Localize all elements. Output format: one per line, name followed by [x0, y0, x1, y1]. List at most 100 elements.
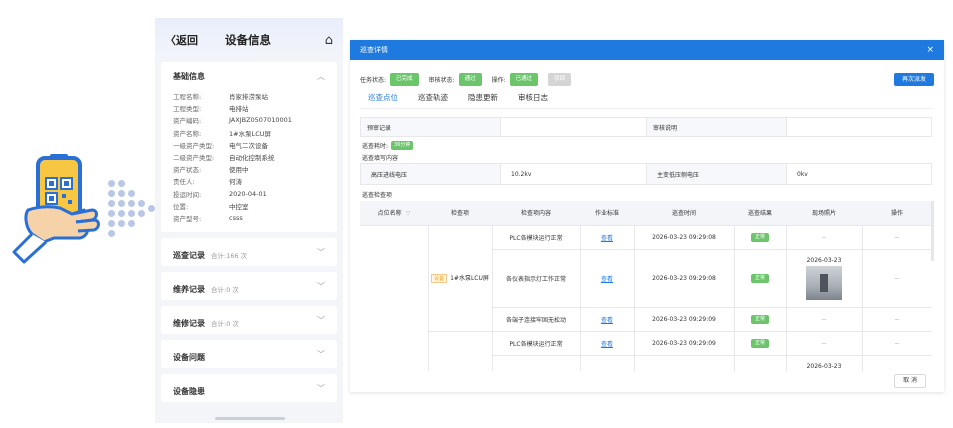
info-row-key: 二级资产类型: — [173, 154, 215, 163]
close-icon[interactable]: × — [926, 45, 934, 55]
section-card[interactable]: 维养记录 合计:0 次 ﹀ — [161, 272, 337, 301]
info-row: 资产型号: csss — [173, 212, 325, 224]
tab-4[interactable]: 审核日志 — [518, 92, 548, 109]
photo-empty: -- — [821, 339, 827, 347]
time-cell — [633, 354, 735, 371]
info-row: 一级资产类型: 电气二次设备 — [173, 139, 325, 151]
cancel-button[interactable]: 取 消 — [894, 374, 926, 388]
object-type-tag: 设备 — [431, 274, 448, 283]
resubmit-button[interactable]: 再次派发 — [893, 72, 934, 86]
column-header: 点位名称 ▽ — [360, 201, 428, 226]
photo-empty: -- — [821, 233, 827, 241]
filter-icon[interactable]: ▽ — [406, 210, 411, 217]
table-scrollbar[interactable] — [931, 201, 934, 261]
photo-cell: -- — [785, 330, 863, 356]
section-header[interactable]: 巡查记录 合计:166 次 ﹀ — [161, 238, 337, 266]
operation-label: 操作: — [491, 76, 506, 84]
section-count: 合计:166 次 — [211, 251, 248, 260]
home-icon[interactable]: ⌂ — [325, 33, 333, 48]
section-card[interactable]: 设备隐患 ﹀ — [161, 374, 337, 403]
column-header-label: 巡查时间 — [671, 210, 696, 218]
info-row-value: 使用中 — [229, 166, 249, 175]
column-header-label: 点位名称 — [377, 210, 402, 218]
approved-button[interactable]: 已通过 — [509, 72, 539, 86]
operation-cell: -- — [861, 224, 932, 250]
basic-info-title: 基础信息 — [173, 71, 205, 81]
info-row-key: 责任人: — [173, 178, 195, 187]
view-standard-link[interactable]: 查看 — [601, 317, 613, 324]
duration-badge: 36分钟 — [391, 141, 414, 150]
info-row-value: 1#水泵LCU屏 — [229, 129, 271, 138]
info-row-value: 何涛 — [229, 178, 242, 187]
mobile-sections: 巡查记录 合计:166 次 ﹀ 维养记录 合计:0 次 ﹀ 维修记录 合计:0 次 ﹀ 设备问题 ﹀… — [155, 238, 343, 403]
pre-review-value — [500, 117, 647, 137]
result-cell: 正常 — [733, 330, 787, 356]
content-cell: PLC各模块运行正常 — [491, 224, 581, 250]
section-card[interactable]: 巡查记录 合计:166 次 ﹀ — [161, 238, 337, 267]
chevron-down-icon[interactable]: ﹀ — [317, 383, 325, 394]
duration-label: 巡查耗时: — [362, 143, 389, 150]
site-photo-thumbnail[interactable] — [806, 265, 842, 300]
photo-cell: -- — [785, 306, 863, 332]
dialog-tabs: 巡查点位 巡查轨迹 隐患更新 审核日志 — [368, 92, 568, 109]
chevron-up-icon[interactable]: ︿ — [317, 71, 325, 82]
section-card[interactable]: 设备问题 ﹀ — [161, 340, 337, 369]
tab-3[interactable]: 隐患更新 — [468, 92, 498, 109]
table-header-row: 点位名称 ▽ 检查项 检查项内容 作业标准 巡查时间 巡查结果 现场照片 操作 — [360, 201, 932, 226]
section-title-wrap: 设备问题 — [173, 345, 205, 364]
section-header[interactable]: 维养记录 合计:0 次 ﹀ — [161, 272, 337, 300]
standard-cell: 查看 — [579, 330, 635, 356]
view-standard-link[interactable]: 查看 — [601, 341, 613, 348]
section-card[interactable]: 维修记录 合计:0 次 ﹀ — [161, 306, 337, 335]
section-title: 设备隐患 — [173, 386, 205, 396]
audit-status-label: 审核状态: — [428, 76, 455, 84]
scrollbar[interactable] — [215, 417, 285, 420]
hv-voltage-label: 高压进线电压 — [360, 163, 501, 185]
info-row-value: 自动化控制系统 — [229, 154, 275, 163]
chevron-down-icon[interactable]: ﹀ — [317, 247, 325, 258]
reject-button[interactable]: 驳回 — [548, 72, 572, 86]
audit-note-label: 审核说明 — [646, 117, 787, 137]
section-title: 巡查记录 — [173, 250, 205, 260]
standard-cell: 查看 — [579, 306, 635, 332]
info-row-value: 2020-04-01 — [229, 189, 267, 198]
info-row-key: 投运时间: — [173, 190, 202, 199]
result-badge: 正常 — [750, 314, 769, 324]
info-row: 资产编码: JAXJBZ0507010001 — [173, 114, 325, 126]
operation-cell: -- — [861, 248, 932, 308]
content-cell: 各端子连接牢固无松动 — [491, 306, 581, 332]
result-badge: 正常 — [750, 273, 769, 283]
section-header[interactable]: 维修记录 合计:0 次 ﹀ — [161, 306, 337, 334]
result-cell — [733, 354, 787, 371]
photo-cell: -- — [785, 224, 863, 250]
lv-voltage-label: 主变低压侧电压 — [646, 163, 787, 185]
pre-review-label: 预审记录 — [360, 117, 501, 137]
section-title-wrap: 巡查记录 合计:166 次 — [173, 243, 247, 262]
view-standard-link[interactable]: 查看 — [601, 235, 613, 242]
hv-voltage-value: 10.2kv — [500, 163, 647, 185]
time-cell: 2026-03-23 09:29:09 — [633, 330, 735, 356]
operation-empty: -- — [894, 233, 900, 241]
section-header[interactable]: 设备问题 ﹀ — [161, 340, 337, 368]
time-cell: 2026-03-23 09:29:08 — [633, 224, 735, 250]
section-title-wrap: 维修记录 合计:0 次 — [173, 311, 239, 330]
back-button[interactable]: 〈返回 — [165, 32, 225, 48]
chevron-down-icon[interactable]: ﹀ — [317, 281, 325, 292]
chevron-down-icon[interactable]: ﹀ — [317, 349, 325, 360]
operation-empty: -- — [894, 315, 900, 323]
tabs-divider — [360, 108, 934, 109]
section-header[interactable]: 设备隐患 ﹀ — [161, 374, 337, 402]
chevron-down-icon[interactable]: ﹀ — [317, 315, 325, 326]
tab-1[interactable]: 巡查点位 — [368, 92, 398, 109]
column-header-label: 操作 — [890, 210, 903, 218]
check-object-cell: 设备 1#水泵LCU屏 — [428, 225, 493, 332]
column-header: 巡查结果 — [734, 201, 786, 226]
basic-info-header[interactable]: 基础信息 ︿ — [161, 62, 337, 90]
dialog-title: 巡查详情 — [360, 46, 388, 54]
view-standard-link[interactable]: 查看 — [601, 276, 613, 283]
tab-2[interactable]: 巡查轨迹 — [418, 92, 448, 109]
section-title: 维养记录 — [173, 284, 205, 294]
content-cell — [491, 354, 581, 371]
info-row-key: 一级资产类型: — [173, 141, 215, 150]
result-badge: 正常 — [750, 232, 769, 242]
